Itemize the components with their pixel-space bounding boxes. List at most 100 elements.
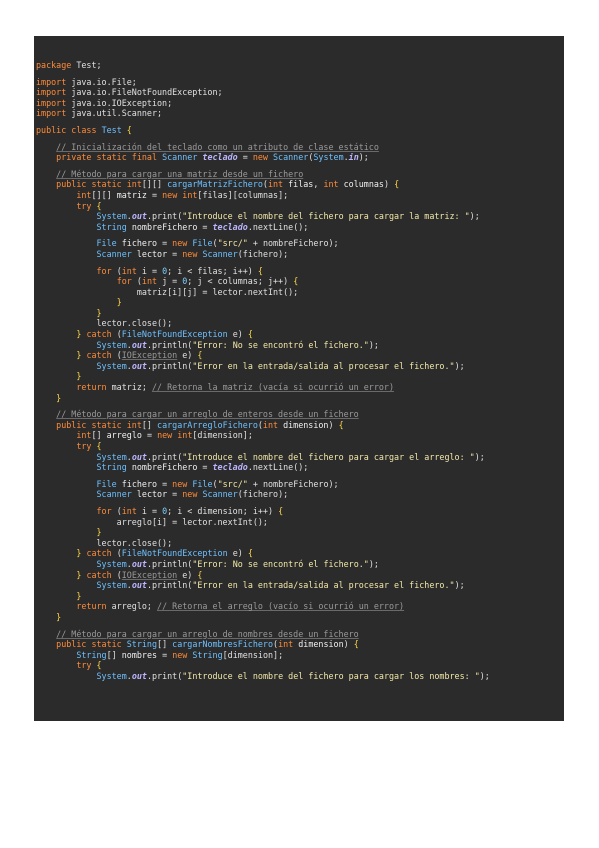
code-token-brace: { bbox=[278, 505, 284, 516]
code-token-field: in bbox=[348, 152, 359, 163]
code-token-str: "Error: No se encontró el fichero." bbox=[192, 339, 369, 350]
code-token-txt: matriz; bbox=[111, 382, 152, 393]
code-token-kw: import bbox=[36, 87, 72, 98]
code-token-var: nombreFichero bbox=[131, 462, 198, 473]
code-token-kw: import bbox=[36, 76, 72, 87]
code-editor-panel[interactable]: package Test; import java.io.File; import … bbox=[34, 36, 564, 721]
code-line: int[] arreglo = new int[dimension]; bbox=[34, 430, 564, 441]
code-token-brace: { bbox=[96, 660, 102, 671]
code-token-var: filas bbox=[288, 179, 314, 190]
code-token-sys: System bbox=[96, 580, 127, 591]
code-token-txt: ); bbox=[368, 339, 379, 350]
code-token-kw: new bbox=[252, 152, 274, 163]
code-token-brace: { bbox=[197, 569, 203, 580]
code-token-type: File bbox=[96, 478, 122, 489]
code-token-txt: = bbox=[146, 189, 163, 200]
code-token-str: "Error: No se encontró el fichero." bbox=[192, 558, 369, 569]
code-token-brace: } bbox=[96, 527, 102, 538]
code-token-txt: e) bbox=[232, 329, 248, 340]
code-token-txt: (fichero); bbox=[237, 489, 289, 500]
code-line: } catch (FileNotFoundException e) { bbox=[34, 548, 564, 559]
code-token-type: FileNotFoundException bbox=[121, 329, 233, 340]
code-line: } bbox=[34, 393, 564, 404]
code-token-str: "Error en la entrada/salida al procesar … bbox=[192, 580, 455, 591]
code-token-sys: System bbox=[96, 211, 127, 222]
code-token-txt: = bbox=[157, 238, 173, 249]
code-line: private static final Scanner teclado = n… bbox=[34, 152, 564, 163]
code-token-field: out bbox=[131, 360, 147, 371]
code-line: } bbox=[34, 371, 564, 382]
code-token-txt: [] bbox=[157, 639, 173, 650]
code-token-var: dimension bbox=[298, 639, 344, 650]
code-line: } bbox=[34, 297, 564, 308]
code-line: Scanner lector = new Scanner(fichero); bbox=[34, 489, 564, 500]
code-token-cmt: // Método para cargar un arreglo de nomb… bbox=[56, 628, 359, 639]
code-token-brace: } bbox=[56, 611, 62, 622]
code-token-var: columnas bbox=[343, 179, 384, 190]
code-token-type: FileNotFoundException bbox=[121, 548, 233, 559]
code-token-var: nombreFichero bbox=[131, 221, 198, 232]
code-token-var: nombres bbox=[121, 649, 158, 660]
code-token-txt: .nextLine(); bbox=[247, 221, 309, 232]
code-token-str: "src/" bbox=[217, 478, 248, 489]
code-token-txt: + nombreFichero); bbox=[247, 238, 339, 249]
code-line: } bbox=[34, 308, 564, 319]
code-token-brace: { bbox=[96, 200, 102, 211]
code-token-kw: int bbox=[278, 639, 299, 650]
code-token-txt: ); bbox=[358, 152, 369, 163]
code-token-field: out bbox=[131, 580, 147, 591]
code-token-brace: { bbox=[394, 179, 400, 190]
code-token-type: cargarArregloFichero bbox=[157, 419, 258, 430]
code-token-txt: matriz[i][j] = lector.nextInt(); bbox=[36, 286, 299, 297]
code-token-brace: { bbox=[126, 124, 132, 135]
code-token-var: fichero bbox=[121, 478, 158, 489]
code-line: for (int j = 0; j < columnas; j++) { bbox=[34, 276, 564, 287]
code-line: import java.io.File; bbox=[34, 77, 564, 88]
code-token-txt: = bbox=[167, 489, 183, 500]
code-line: System.out.println("Error: No se encontr… bbox=[34, 340, 564, 351]
code-token-cmt: IOException bbox=[121, 569, 178, 580]
code-token-txt: .println( bbox=[146, 558, 193, 569]
code-token-txt: + nombreFichero); bbox=[247, 478, 339, 489]
code-token-sys: System bbox=[96, 558, 127, 569]
code-line: String nombreFichero = teclado.nextLine(… bbox=[34, 222, 564, 233]
code-token-type: cargarMatrizFichero bbox=[167, 179, 263, 190]
code-line: public static int[][] cargarMatrizFicher… bbox=[34, 179, 564, 190]
code-line: // Método para cargar un arreglo de nomb… bbox=[34, 629, 564, 640]
code-line: } bbox=[34, 591, 564, 602]
code-token-kw: int bbox=[141, 276, 163, 287]
code-token-type: String bbox=[96, 221, 132, 232]
code-line: System.out.println("Error en la entrada/… bbox=[34, 361, 564, 372]
code-token-txt: .print( bbox=[146, 670, 183, 681]
code-token-txt: ; j < columnas; j++) bbox=[187, 276, 294, 287]
code-token-kw: package bbox=[36, 60, 77, 70]
code-token-txt: .println( bbox=[146, 339, 193, 350]
code-token-str: "src/" bbox=[217, 238, 248, 249]
code-token-kw: int bbox=[262, 419, 284, 430]
code-line: try { bbox=[34, 201, 564, 212]
code-token-kw: try bbox=[76, 200, 97, 211]
code-token-brace: { bbox=[96, 441, 102, 451]
code-token-txt: arreglo; bbox=[111, 601, 158, 612]
code-body: package Test; import java.io.File; import … bbox=[34, 60, 564, 681]
code-token-kw: return bbox=[76, 382, 112, 393]
code-token-kw: int bbox=[121, 265, 142, 276]
code-token-txt: ); bbox=[454, 360, 465, 371]
code-line: public static String[] cargarNombresFich… bbox=[34, 639, 564, 650]
code-token-txt: = bbox=[197, 221, 213, 232]
code-token-kw: catch bbox=[86, 569, 117, 580]
